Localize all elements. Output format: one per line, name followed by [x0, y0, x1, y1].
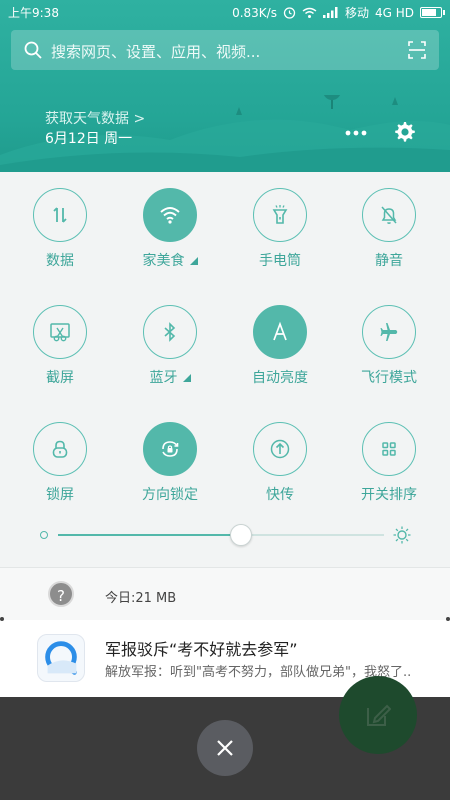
carrier-name: 移动 — [344, 6, 369, 20]
toggle-bluetooth-button[interactable] — [143, 305, 197, 359]
date-label: 6月12日 周一 — [45, 131, 133, 147]
brightness-fill — [58, 534, 241, 536]
toggle-flashlight[interactable]: 手电筒 — [232, 188, 328, 270]
toggle-auto-brightness-button[interactable] — [253, 305, 307, 359]
sun-icon — [393, 526, 411, 544]
wifi-icon — [160, 207, 180, 224]
more-icon[interactable] — [343, 125, 369, 141]
brightness-track[interactable] — [58, 524, 384, 546]
toggle-label: 数据 — [46, 253, 74, 269]
toggle-lock-screen-button[interactable] — [33, 422, 87, 476]
alarm-icon — [283, 7, 296, 19]
expand-triangle-icon[interactable] — [189, 257, 198, 265]
brightness-slider[interactable] — [38, 520, 418, 550]
toggle-airplane[interactable]: 飞行模式 — [341, 305, 437, 387]
airplane-icon — [380, 323, 398, 341]
toggle-bluetooth[interactable]: 蓝牙 — [122, 305, 218, 387]
news-body: 解放军报：听到"高考不努力，部队做兄弟"，我怒了.. — [105, 665, 412, 680]
quick-settings-grid: 数据 家美食 手电筒 静音 截屏 蓝牙 自动亮度 飞行模式 锁屏 方向锁定 快传… — [0, 172, 450, 567]
toggle-mute[interactable]: 静音 — [341, 188, 437, 270]
toggle-label: 静音 — [375, 253, 403, 269]
brightness-min-icon — [40, 531, 48, 539]
search-icon — [24, 41, 42, 59]
data-arrows-icon — [53, 207, 67, 223]
toggle-data-button[interactable] — [33, 188, 87, 242]
toggle-airplane-button[interactable] — [362, 305, 416, 359]
close-button[interactable] — [197, 720, 253, 776]
toggle-auto-brightness[interactable]: 自动亮度 — [232, 305, 328, 387]
toggle-label: 家美食 — [122, 252, 218, 270]
close-icon — [217, 740, 233, 756]
net-speed: 0.83K/s — [232, 5, 277, 20]
toggle-screenshot[interactable]: 截屏 — [12, 305, 108, 387]
gear-icon[interactable] — [392, 120, 416, 144]
quick-transfer-icon — [270, 439, 290, 459]
brightness-thumb[interactable] — [230, 524, 252, 546]
wifi-status-icon — [302, 7, 317, 18]
data-usage-notification[interactable]: ? 今日:21 MB — [0, 568, 450, 620]
toggle-mute-button[interactable] — [362, 188, 416, 242]
wifi-network-name: 家美食 — [142, 253, 185, 269]
grid-sort-icon — [382, 442, 396, 456]
lock-icon — [52, 440, 68, 458]
browser-app-icon — [37, 634, 85, 682]
data-usage-text: 今日:21 MB — [105, 591, 177, 606]
screenshot-icon — [50, 323, 70, 342]
expand-triangle-icon[interactable] — [182, 374, 191, 382]
toggle-wifi-button[interactable] — [143, 188, 197, 242]
scan-icon[interactable] — [407, 40, 427, 60]
toggle-label: 飞行模式 — [361, 370, 417, 386]
edit-icon — [367, 704, 391, 726]
search-placeholder: 搜索网页、设置、应用、视频... — [51, 43, 261, 61]
edge-marker — [446, 617, 450, 621]
weather-link[interactable]: 获取天气数据 > — [45, 108, 145, 128]
battery-icon — [420, 7, 445, 18]
flashlight-icon — [272, 205, 288, 224]
toggle-wifi[interactable]: 家美食 — [122, 188, 218, 270]
search-bar[interactable]: 搜索网页、设置、应用、视频... — [11, 30, 439, 70]
toggle-screenshot-button[interactable] — [33, 305, 87, 359]
signal-icon — [322, 7, 338, 18]
toggle-rotation-lock[interactable]: 方向锁定 — [122, 422, 218, 504]
toggle-sort[interactable]: 开关排序 — [341, 422, 437, 504]
question-icon: ? — [48, 581, 74, 607]
bell-mute-icon — [381, 206, 397, 224]
toggle-quick-transfer-button[interactable] — [253, 422, 307, 476]
status-time: 上午9:38 — [8, 6, 59, 20]
toggle-label: 锁屏 — [46, 487, 74, 503]
toggle-label: 自动亮度 — [252, 370, 308, 386]
toggle-sort-button[interactable] — [362, 422, 416, 476]
notification-shade-header: 上午9:38 0.83K/s 移动 4G HD 搜索网页、设置、应用、视频...… — [0, 0, 450, 172]
bluetooth-icon — [164, 322, 176, 342]
edge-marker — [0, 617, 4, 621]
toggle-data[interactable]: 数据 — [12, 188, 108, 270]
toggle-label: 快传 — [266, 487, 294, 503]
rotation-lock-icon — [162, 441, 179, 457]
toggle-rotation-lock-button[interactable] — [143, 422, 197, 476]
status-bar: 上午9:38 0.83K/s 移动 4G HD — [0, 0, 450, 24]
toggle-label: 手电筒 — [259, 253, 301, 269]
toggle-label: 开关排序 — [361, 487, 417, 503]
bluetooth-label: 蓝牙 — [149, 370, 178, 386]
network-type: 4G HD — [374, 5, 414, 20]
toggle-label: 截屏 — [46, 370, 74, 386]
news-title: 军报驳斥“考不好就去参军” — [105, 640, 298, 659]
auto-brightness-icon — [273, 321, 287, 341]
toggle-quick-transfer[interactable]: 快传 — [232, 422, 328, 504]
toggle-label: 蓝牙 — [122, 369, 218, 387]
compose-fab — [339, 676, 417, 754]
toggle-flashlight-button[interactable] — [253, 188, 307, 242]
toggle-lock-screen[interactable]: 锁屏 — [12, 422, 108, 504]
toggle-label: 方向锁定 — [142, 487, 198, 503]
